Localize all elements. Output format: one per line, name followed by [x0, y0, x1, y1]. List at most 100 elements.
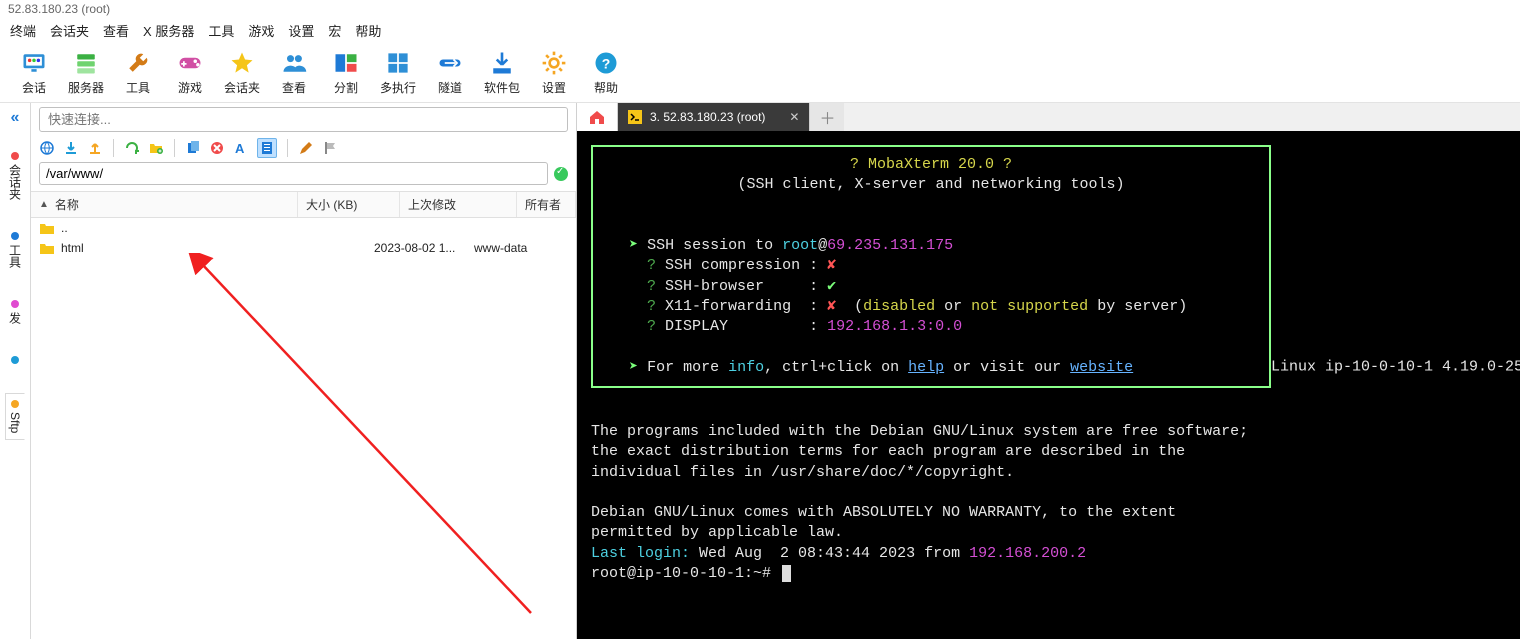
sidetab-sessions[interactable]: 会话夹 [4, 145, 27, 207]
quick-connect-input[interactable] [39, 107, 568, 132]
svg-text:A: A [235, 141, 245, 156]
side-tabs: « 会话夹 工具 发 Sftp [0, 103, 31, 639]
motd-6: permitted by applicable law. [591, 524, 843, 541]
refresh-icon[interactable] [124, 140, 140, 156]
download-icon [488, 49, 516, 77]
tunnel-icon [436, 49, 464, 77]
session-tab[interactable]: 3. 52.83.180.23 (root) ✕ [618, 103, 809, 131]
monitor-icon [20, 49, 48, 77]
sidetab-macros[interactable]: 发 [4, 293, 27, 331]
menu-games[interactable]: 游戏 [248, 21, 274, 40]
motd-1: Linux ip-10-0-10-1 4.19.0-25-cloud-amd64… [1271, 359, 1520, 376]
copy-icon[interactable] [185, 140, 201, 156]
menu-sessions[interactable]: 会话夹 [50, 21, 89, 40]
tb-split[interactable]: 分割 [320, 47, 372, 98]
terminal[interactable]: ? MobaXterm 20.0 ? (SSH client, X-server… [577, 131, 1520, 639]
tb-session-label: 会话 [22, 79, 46, 96]
tb-tools[interactable]: 工具 [112, 47, 164, 98]
sidetab-sftp[interactable]: Sftp [5, 393, 25, 440]
last-login-val: Wed Aug 2 08:43:44 2023 from [690, 545, 969, 562]
sftp-path-input[interactable] [39, 162, 548, 185]
path-ok-icon [554, 167, 568, 181]
file-name: html [61, 241, 84, 255]
main-toolbar: 会话 服务器 工具 游戏 会话夹 查看 分割 多执行 [0, 43, 1520, 103]
text-icon[interactable]: A [233, 140, 249, 156]
home-tab[interactable] [577, 103, 618, 131]
servers-icon [72, 49, 100, 77]
ssh-host: 69.235.131.175 [827, 237, 953, 254]
tb-tunnel-label: 隧道 [438, 79, 462, 96]
terminal-area: 3. 52.83.180.23 (root) ✕ ＋ ? MobaXterm 2… [577, 103, 1520, 639]
tb-packages[interactable]: 软件包 [476, 47, 528, 98]
x11-disabled: disabled [863, 298, 935, 315]
sidetab-extra[interactable] [5, 349, 25, 375]
tb-games[interactable]: 游戏 [164, 47, 216, 98]
file-list: .. html 2023-08-02 1... www-data [31, 218, 576, 258]
terminal-icon [628, 110, 642, 124]
delete-icon[interactable] [209, 140, 225, 156]
tb-servers[interactable]: 服务器 [60, 47, 112, 98]
new-folder-icon[interactable] [148, 140, 164, 156]
tb-help-label: 帮助 [594, 79, 618, 96]
tb-servers-label: 服务器 [68, 79, 104, 96]
x11-extra: ( [836, 298, 863, 315]
sftp-toolbar: A [31, 132, 576, 162]
tb-multiexec-label: 多执行 [380, 79, 416, 96]
gamepad-icon [176, 49, 204, 77]
globe-icon[interactable] [39, 140, 55, 156]
new-tab-button[interactable]: ＋ [809, 103, 844, 131]
tb-help[interactable]: ? 帮助 [580, 47, 632, 98]
tb-settings-label: 设置 [542, 79, 566, 96]
menu-view[interactable]: 查看 [103, 21, 129, 40]
tb-multiexec[interactable]: 多执行 [372, 47, 424, 98]
edit-icon[interactable] [298, 140, 314, 156]
flag-icon[interactable] [322, 140, 338, 156]
tb-sessfolder-label: 会话夹 [224, 79, 260, 96]
col-name[interactable]: 名称 [55, 196, 79, 213]
file-modified: 2023-08-02 1... [374, 241, 474, 255]
prompt: root@ip-10-0-10-1:~# [591, 565, 780, 582]
tab-strip: 3. 52.83.180.23 (root) ✕ ＋ [577, 103, 1520, 131]
home-icon [588, 108, 606, 126]
sidetab-tools[interactable]: 工具 [4, 225, 27, 275]
tb-session[interactable]: 会话 [8, 47, 60, 98]
tb-games-label: 游戏 [178, 79, 202, 96]
close-tab-icon[interactable]: ✕ [789, 110, 799, 124]
file-row-html[interactable]: html 2023-08-02 1... www-data [31, 238, 576, 258]
banner-subtitle: (SSH client, X-server and networking too… [737, 176, 1124, 193]
folder-icon [39, 241, 55, 255]
upload-icon[interactable] [87, 140, 103, 156]
tb-sessfolder[interactable]: 会话夹 [216, 47, 268, 98]
wrench-icon [124, 49, 152, 77]
col-owner[interactable]: 所有者 [517, 192, 576, 217]
star-icon [228, 49, 256, 77]
split-icon [332, 49, 360, 77]
display-value: 192.168.1.3:0.0 [827, 318, 962, 335]
gear-icon [540, 49, 568, 77]
col-modified[interactable]: 上次修改 [400, 192, 517, 217]
tb-settings[interactable]: 设置 [528, 47, 580, 98]
banner-title: ? MobaXterm 20.0 ? [850, 156, 1012, 173]
tb-view-label: 查看 [282, 79, 306, 96]
tb-tunnel[interactable]: 隧道 [424, 47, 476, 98]
tb-packages-label: 软件包 [484, 79, 520, 96]
menu-xserver[interactable]: X 服务器 [143, 21, 194, 40]
col-size[interactable]: 大小 (KB) [298, 192, 400, 217]
window-title: 52.83.180.23 (root) [0, 0, 1520, 18]
menu-tools[interactable]: 工具 [208, 21, 234, 40]
menu-help[interactable]: 帮助 [355, 21, 381, 40]
annotation-arrow [171, 253, 551, 633]
menu-macros[interactable]: 宏 [328, 21, 341, 40]
download-icon[interactable] [63, 140, 79, 156]
last-login-label: Last login: [591, 545, 690, 562]
collapse-icon[interactable]: « [11, 109, 20, 127]
tb-view[interactable]: 查看 [268, 47, 320, 98]
file-header: ▲ 名称 大小 (KB) 上次修改 所有者 [31, 191, 576, 218]
website-link[interactable]: website [1070, 359, 1133, 376]
menu-terminal[interactable]: 终端 [10, 21, 36, 40]
menu-settings[interactable]: 设置 [288, 21, 314, 40]
properties-icon[interactable] [257, 138, 277, 158]
help-link[interactable]: help [908, 359, 944, 376]
file-row-up[interactable]: .. [31, 218, 576, 238]
sort-asc-icon[interactable]: ▲ [39, 199, 49, 210]
